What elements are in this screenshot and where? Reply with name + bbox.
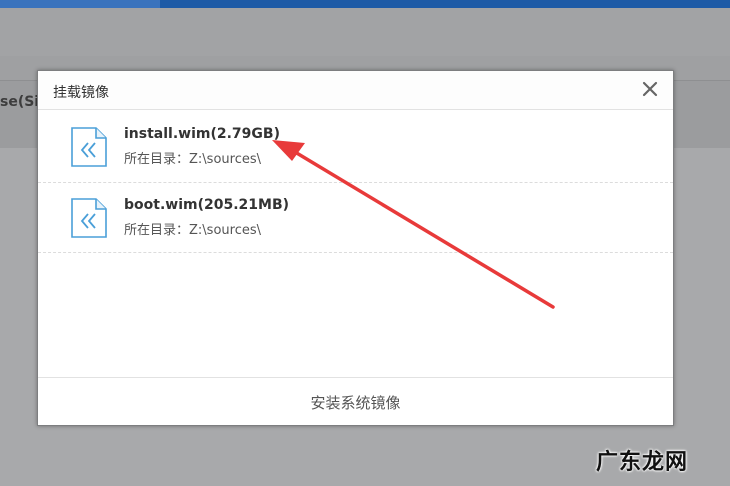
annotation-arrow-icon: [272, 140, 555, 309]
watermark-text: 广东龙网: [596, 450, 689, 475]
